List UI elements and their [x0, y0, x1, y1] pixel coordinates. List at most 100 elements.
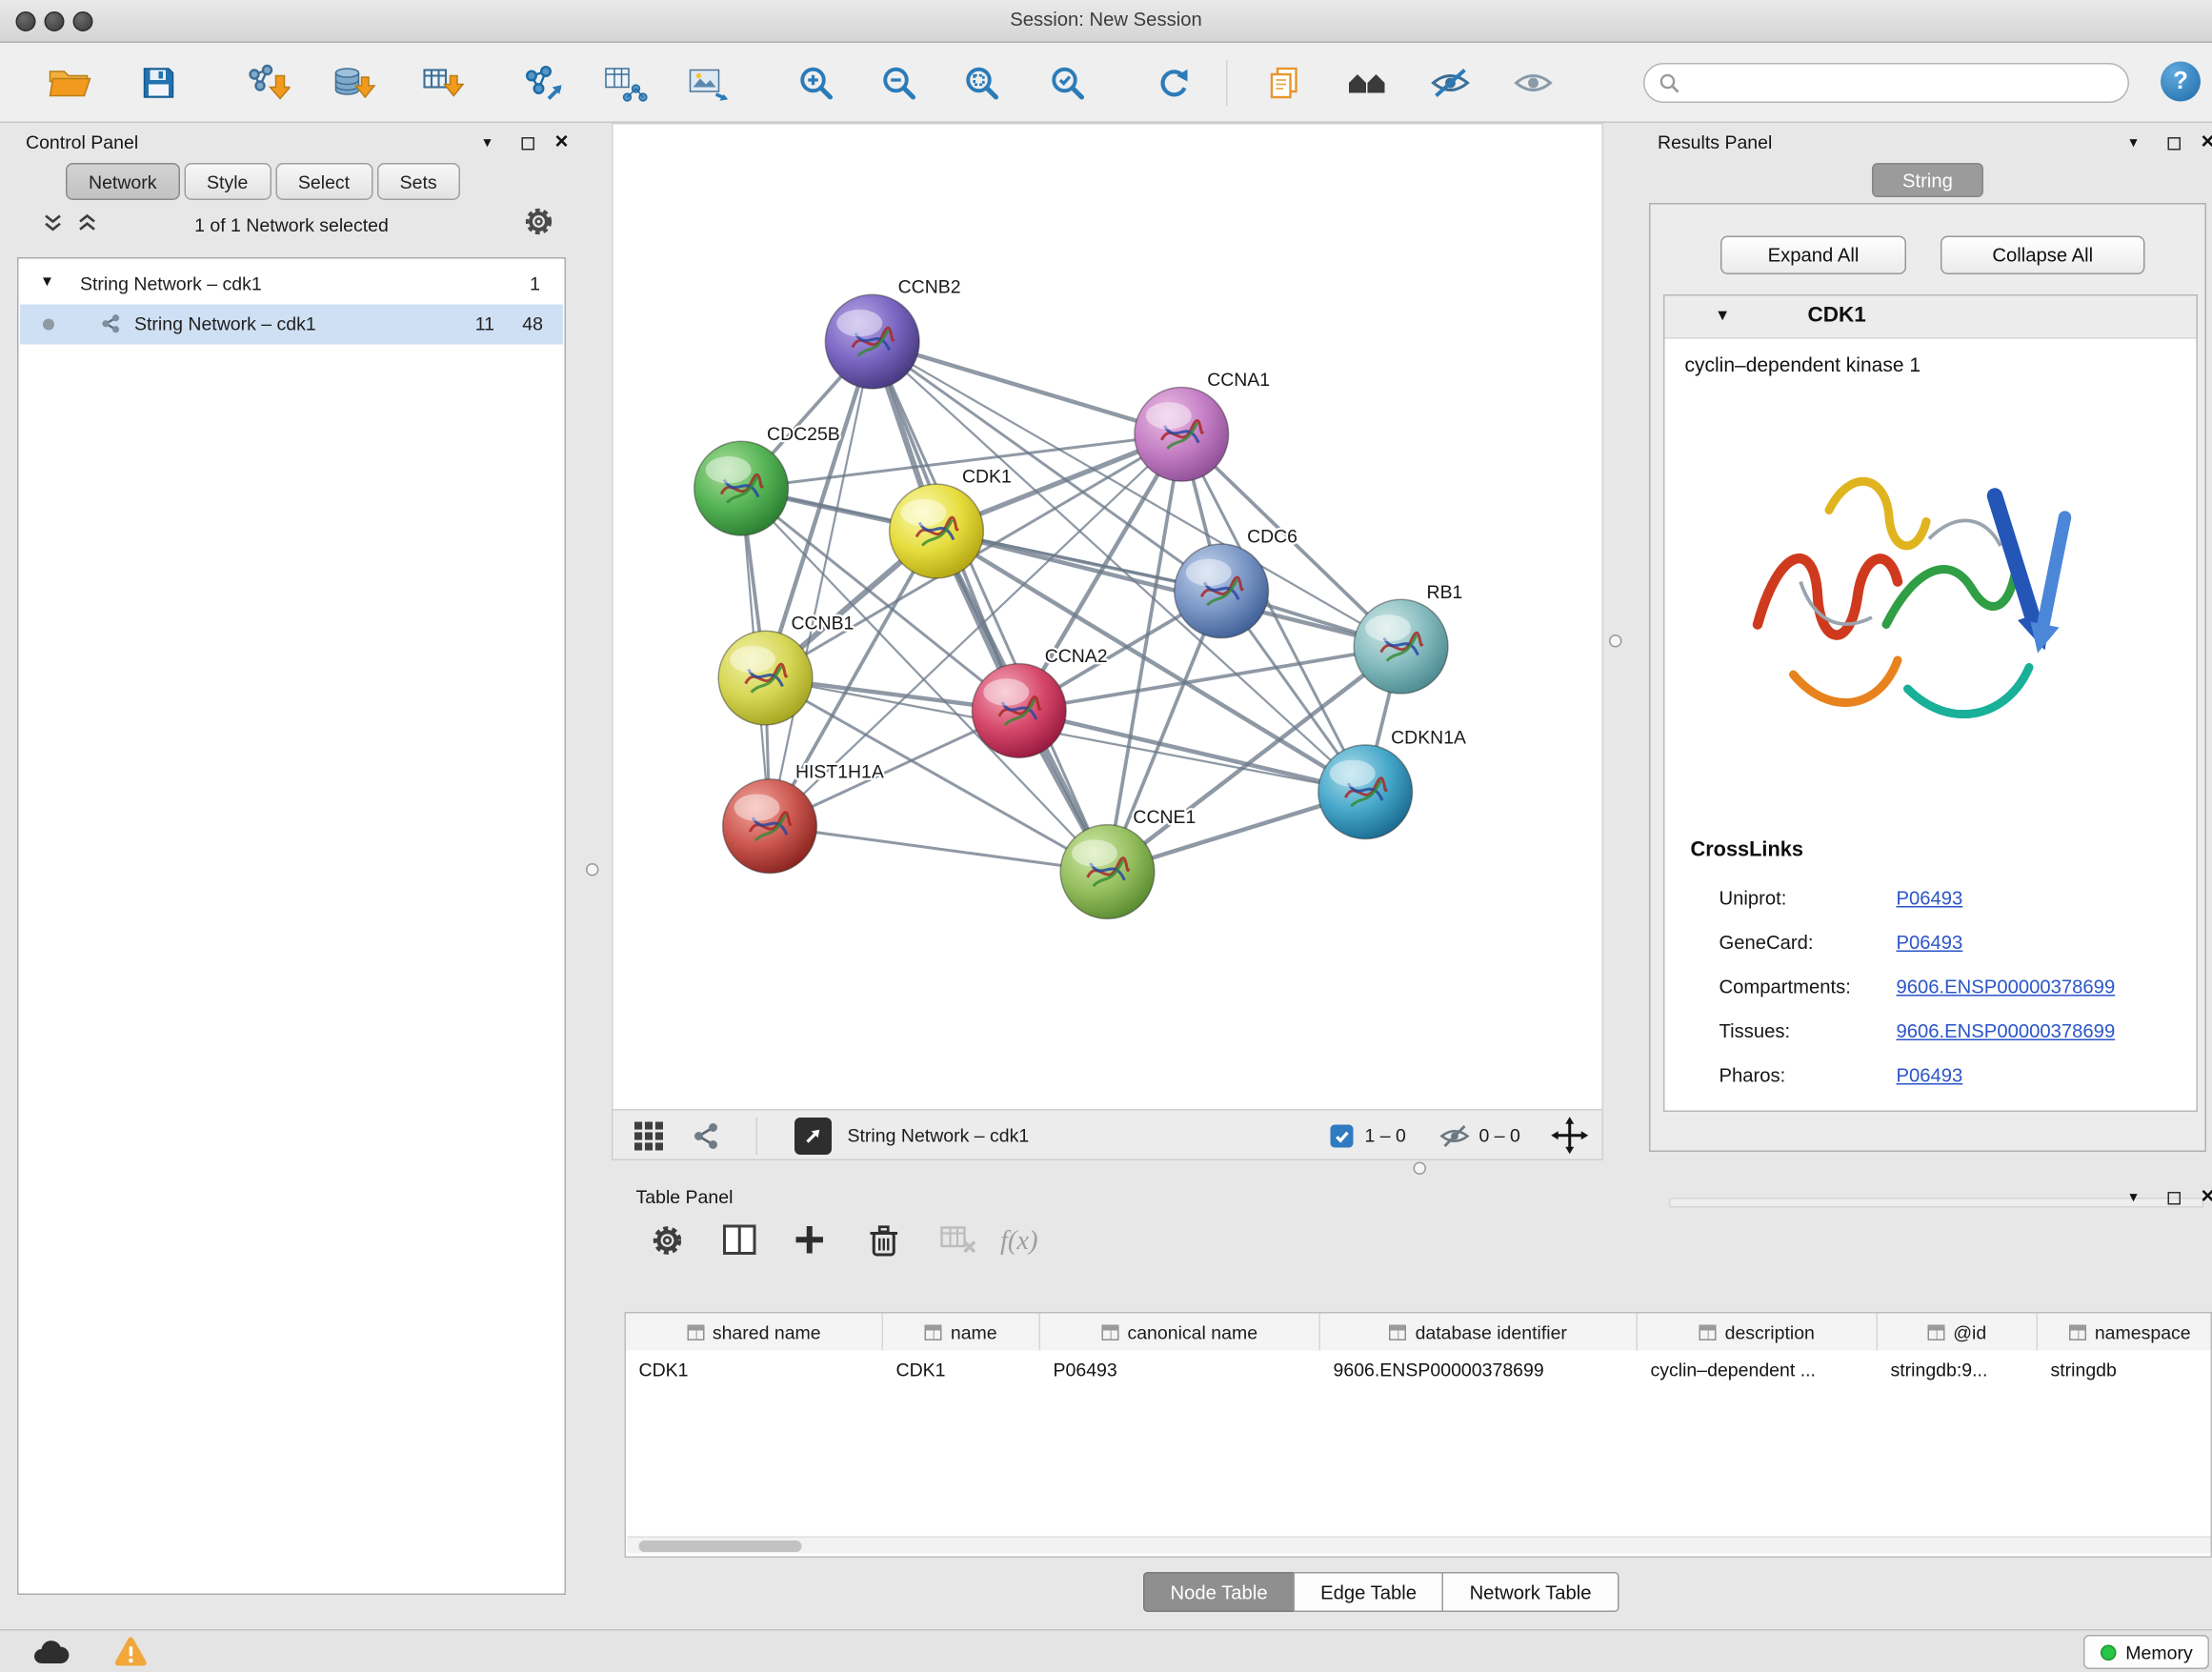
- memory-button[interactable]: Memory: [2083, 1635, 2209, 1669]
- table-row[interactable]: CDK1CDK1P064939606.ENSP00000378699cyclin…: [626, 1352, 2212, 1389]
- column-header--id[interactable]: @id: [1878, 1314, 2038, 1351]
- zoom-out-button[interactable]: [866, 54, 932, 111]
- column-header-canonical-name[interactable]: canonical name: [1040, 1314, 1320, 1351]
- grid-icon: [633, 1120, 665, 1152]
- control-panel-collapse-button[interactable]: ▾: [474, 131, 500, 154]
- tab-select[interactable]: Select: [275, 163, 372, 200]
- crosslink-link[interactable]: P06493: [1897, 1065, 1963, 1087]
- column-header-database-identifier[interactable]: database identifier: [1320, 1314, 1638, 1351]
- tab-network[interactable]: Network: [66, 163, 180, 200]
- control-panel-close-button[interactable]: ×: [549, 131, 574, 154]
- export-image-button[interactable]: [674, 54, 740, 111]
- network-node-ccna1[interactable]: CCNA1: [1135, 370, 1270, 481]
- crosslink-link[interactable]: 9606.ENSP00000378699: [1897, 977, 2116, 998]
- network-node-ccnb2[interactable]: CCNB2: [825, 277, 960, 389]
- help-button[interactable]: ?: [2161, 62, 2201, 102]
- tab-edge-table[interactable]: Edge Table: [1294, 1572, 1444, 1612]
- table-options-button[interactable]: [651, 1223, 685, 1262]
- network-node-ccnb1[interactable]: CCNB1: [718, 614, 854, 725]
- tab-sets[interactable]: Sets: [377, 163, 460, 200]
- cloud-button[interactable]: [29, 1635, 71, 1669]
- crosslink-link[interactable]: P06493: [1897, 888, 1963, 910]
- save-session-button[interactable]: [126, 54, 191, 111]
- apply-layout-button[interactable]: [1140, 54, 1206, 111]
- import-network-button[interactable]: [234, 54, 300, 111]
- column-sort-icon: [925, 1324, 942, 1340]
- new-network-button[interactable]: [509, 54, 574, 111]
- collection-expand-triangle-icon[interactable]: ▼: [40, 274, 54, 291]
- network-edge-cdk1-rb1[interactable]: [936, 532, 1401, 647]
- network-table-export-button[interactable]: [592, 54, 657, 111]
- network-node-cdk1[interactable]: CDK1: [890, 467, 1012, 578]
- tab-string[interactable]: String: [1872, 163, 1983, 197]
- create-column-button[interactable]: [794, 1223, 827, 1260]
- crosslink-link[interactable]: P06493: [1897, 932, 1963, 954]
- right-divider-handle[interactable]: [1609, 635, 1622, 648]
- bottom-divider-handle[interactable]: [1414, 1162, 1427, 1176]
- share-icon: [691, 1120, 722, 1152]
- network-canvas[interactable]: CCNB2CCNA1CDC25BCDK1CDC6RB1CCNB1CCNA2CDK…: [612, 123, 1603, 1109]
- scrollbar-thumb[interactable]: [639, 1541, 802, 1552]
- clear-table-button-disabled[interactable]: [939, 1223, 978, 1260]
- network-edge-ccnb2-ccne1[interactable]: [873, 342, 1108, 872]
- function-builder-button-disabled[interactable]: f(x): [1000, 1226, 1038, 1258]
- network-view-mode-button[interactable]: [691, 1120, 722, 1157]
- table-panel-collapse-button[interactable]: ▾: [2121, 1186, 2146, 1209]
- hidden-eye-slash-icon[interactable]: [1439, 1123, 1471, 1154]
- gene-card-header[interactable]: ▼ CDK1: [1665, 296, 2197, 339]
- gene-expand-triangle-icon[interactable]: ▼: [1715, 308, 1730, 325]
- network-node-hist1h1a[interactable]: HIST1H1A: [723, 761, 884, 873]
- show-all-button[interactable]: [1500, 54, 1566, 111]
- tab-network-table[interactable]: Network Table: [1442, 1572, 1619, 1612]
- table-panel-close-button[interactable]: ×: [2195, 1186, 2212, 1209]
- results-panel-close-button[interactable]: ×: [2195, 131, 2212, 154]
- search-input[interactable]: [1691, 72, 2114, 94]
- selected-checkbox-icon[interactable]: [1331, 1125, 1354, 1148]
- node-label-ccnb2: CCNB2: [898, 277, 961, 298]
- network-node-ccna2[interactable]: CCNA2: [972, 646, 1107, 757]
- import-network-database-button[interactable]: [320, 54, 386, 111]
- import-table-button[interactable]: [409, 54, 474, 111]
- copy-documents-button[interactable]: [1252, 54, 1317, 111]
- warnings-button[interactable]: [109, 1635, 151, 1669]
- column-header-name[interactable]: name: [883, 1314, 1040, 1351]
- column-header-shared-name[interactable]: shared name: [626, 1314, 883, 1351]
- delete-column-button[interactable]: [868, 1223, 901, 1263]
- network-edge-hist1h1a-ccne1[interactable]: [770, 826, 1107, 872]
- search-box[interactable]: [1643, 63, 2129, 103]
- expand-all-button[interactable]: Expand All: [1720, 236, 1906, 275]
- grid-view-button[interactable]: [633, 1120, 665, 1157]
- zoom-selected-button[interactable]: [1035, 54, 1100, 111]
- network-edge-ccna2-cdkn1a[interactable]: [1019, 711, 1365, 792]
- results-panel-float-button[interactable]: [2161, 131, 2186, 154]
- collapse-all-button[interactable]: Collapse All: [1941, 236, 2145, 275]
- show-columns-button[interactable]: [722, 1223, 758, 1260]
- control-panel-title: Control Panel: [26, 131, 138, 153]
- table-panel-float-button[interactable]: [2161, 1186, 2186, 1209]
- network-row-selected[interactable]: String Network – cdk1 11 48: [20, 305, 563, 345]
- table-horizontal-scrollbar[interactable]: [628, 1537, 2211, 1554]
- detach-view-button[interactable]: [794, 1118, 832, 1155]
- network-edge-ccnb2-ccna1[interactable]: [873, 342, 1182, 434]
- crosslink-label: Uniprot:: [1719, 888, 1787, 910]
- crosslink-link[interactable]: 9606.ENSP00000378699: [1897, 1020, 2116, 1042]
- houses-button[interactable]: [1335, 54, 1400, 111]
- zoom-fit-button[interactable]: [949, 54, 1015, 111]
- zoom-in-button[interactable]: [783, 54, 849, 111]
- column-header-description[interactable]: description: [1638, 1314, 1878, 1351]
- network-options-button[interactable]: [523, 206, 554, 242]
- results-panel-collapse-button[interactable]: ▾: [2121, 131, 2146, 154]
- pan-mode-button[interactable]: [1551, 1117, 1590, 1159]
- network-edge-ccnb2-hist1h1a[interactable]: [770, 342, 873, 827]
- left-divider-handle[interactable]: [586, 863, 599, 876]
- network-node-rb1[interactable]: RB1: [1354, 582, 1462, 694]
- open-session-button[interactable]: [37, 54, 103, 111]
- control-panel: Control Panel ▾ × NetworkStyleSelectSets…: [11, 126, 572, 1601]
- node-label-cdk1: CDK1: [962, 467, 1012, 488]
- network-collection-row[interactable]: ▼ String Network – cdk1 1: [20, 265, 563, 305]
- hide-selected-button[interactable]: [1418, 54, 1483, 111]
- control-panel-float-button[interactable]: [514, 131, 540, 154]
- tab-style[interactable]: Style: [184, 163, 271, 200]
- column-header-namespace[interactable]: namespace: [2038, 1314, 2212, 1351]
- tab-node-table[interactable]: Node Table: [1143, 1572, 1295, 1612]
